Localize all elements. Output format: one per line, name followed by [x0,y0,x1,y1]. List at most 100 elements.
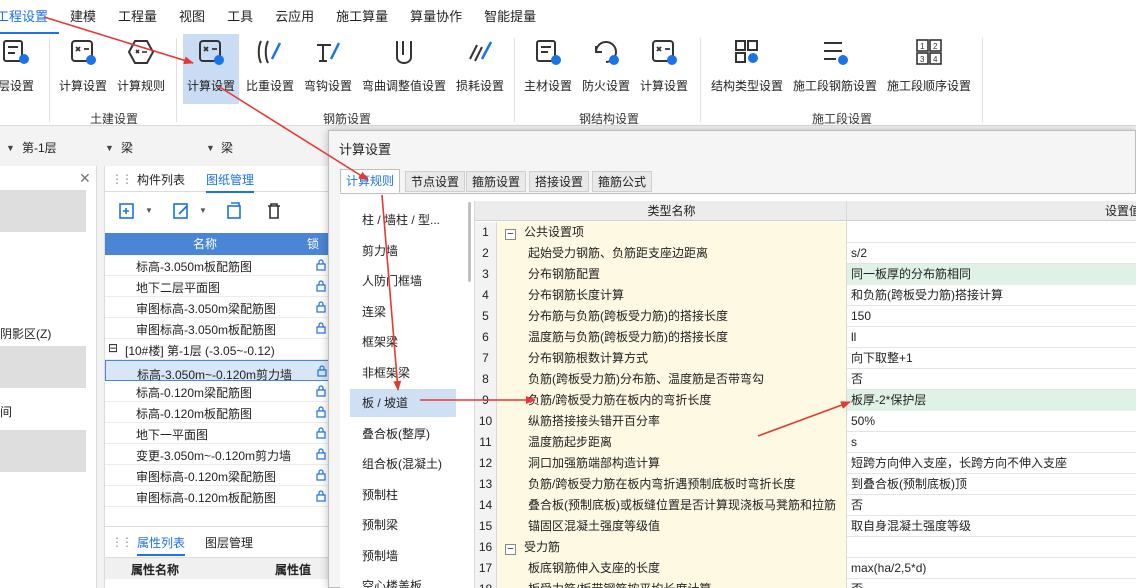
setting-value[interactable]: 同一板厚的分布筋相同 [847,264,1136,285]
grid-row[interactable]: 12 洞口加强筋端部构造计算 短跨方向伸入支座，长跨方向不伸入支座 [475,453,1136,474]
grid-row[interactable]: 7 分布钢筋根数计算方式 向下取整+1 [475,348,1136,369]
setting-value[interactable]: 否 [847,495,1136,516]
setting-value[interactable]: 50% [847,411,1136,432]
grid-row[interactable]: 10 纵筋搭接接头错开百分率 50% [475,411,1136,432]
lock-icon[interactable] [315,406,327,418]
menu-tools[interactable]: 工具 [216,0,264,34]
civil-calc-settings-button[interactable]: 计算设置 [57,34,109,104]
setting-value[interactable]: s [847,432,1136,453]
lock-icon[interactable] [315,259,327,271]
category-item[interactable]: 连梁 [350,298,456,326]
menu-collaboration[interactable]: 算量协作 [399,0,473,34]
drawing-row[interactable]: 审图标高-0.120m梁配筋图 [105,465,329,486]
drawing-row[interactable]: 标高-3.050m~-0.120m剪力墙 [105,360,329,382]
chevron-down-icon[interactable]: ▼ [199,206,207,215]
grid-section-row[interactable]: 16− 受力筋 [475,537,1136,558]
setting-value[interactable] [847,537,1136,558]
lock-icon[interactable] [315,280,327,292]
setting-value[interactable]: s/2 [847,243,1136,264]
drawing-row[interactable]: 审图标高-3.050m板配筋图 [105,318,329,339]
rebar-calc-settings-button[interactable]: 计算设置 [183,34,239,104]
loss-settings-button[interactable]: 损耗设置 [454,34,506,104]
grid-row[interactable]: 6 温度筋与负筋(跨板受力筋)的搭接长度 ll [475,327,1136,348]
menu-quantities[interactable]: 工程量 [107,0,168,34]
drawing-row[interactable]: 地下二层平面图 [105,276,329,297]
setting-value[interactable]: max(ha/2,5*d) [847,558,1136,579]
category-item[interactable]: 非框架梁 [350,359,456,387]
lock-icon[interactable] [315,448,327,460]
grid-row[interactable]: 9 负筋/跨板受力筋在板内的弯折长度 板厚-2*保护层 [475,390,1136,411]
menu-modeling[interactable]: 建模 [59,0,107,34]
floor-settings-button[interactable]: 层设置 [0,34,42,104]
category-item[interactable]: 预制梁 [350,511,456,539]
lock-icon[interactable] [315,490,327,502]
drawing-row[interactable]: 变更-3.050m~-0.120m剪力墙 [105,444,329,465]
category-item[interactable]: 框架梁 [350,328,456,356]
menu-view[interactable]: 视图 [168,0,216,34]
grid-row[interactable]: 13 负筋/跨板受力筋在板内弯折遇预制底板时弯折长度 到叠合板(预制底板)顶 [475,474,1136,495]
setting-value[interactable]: 和负筋(跨板受力筋)搭接计算 [847,285,1136,306]
grid-row[interactable]: 2 起始受力钢筋、负筋距支座边距离 s/2 [475,243,1136,264]
tab-property-list[interactable]: 属性列表 [137,534,186,556]
setting-value[interactable]: ll [847,327,1136,348]
category-item[interactable]: 叠合板(整厚) [350,420,456,448]
type-select-1[interactable]: 梁 [121,137,133,159]
drawing-row[interactable]: 审图标高-3.050m梁配筋图 [105,297,329,318]
collapse-icon[interactable]: − [505,229,516,240]
segment-order-button[interactable]: 1234 施工段顺序设置 [884,34,974,104]
steel-calc-settings-button[interactable]: 计算设置 [638,34,690,104]
category-scrollbar[interactable] [468,202,471,282]
setting-value[interactable]: 短跨方向伸入支座，长跨方向不伸入支座 [847,453,1136,474]
lock-icon[interactable] [315,385,327,397]
setting-value[interactable]: 板厚-2*保护层 [847,390,1136,411]
drag-handle-icon[interactable]: ⋮⋮ [111,535,133,549]
menu-cloud[interactable]: 云应用 [264,0,325,34]
menu-smart-extract[interactable]: 智能提量 [473,0,547,34]
chevron-down-icon[interactable]: ▼ [105,137,114,159]
hook-settings-button[interactable]: 弯钩设置 [302,34,354,104]
category-item[interactable]: 预制墙 [350,542,456,570]
tab-drawing-management[interactable]: 图纸管理 [206,171,255,193]
category-item[interactable]: 柱 / 墙柱 / 型... [350,206,456,234]
tab-component-list[interactable]: 构件列表 [137,171,185,188]
menu-project-settings[interactable]: 工程设置 [0,0,60,34]
category-item[interactable]: 组合板(混凝土) [350,450,456,478]
grid-row[interactable]: 5 分布筋与负筋(跨板受力筋)的搭接长度 150 [475,306,1136,327]
tab-calc-rules[interactable]: 计算规则 [340,169,401,193]
tab-layer-management[interactable]: 图层管理 [205,534,253,551]
drawing-row[interactable]: 地下一平面图 [105,423,329,444]
bend-adjust-button[interactable]: 弯曲调整值设置 [360,34,448,104]
grid-row[interactable]: 4 分布钢筋长度计算 和负筋(跨板受力筋)搭接计算 [475,285,1136,306]
structure-type-button[interactable]: 结构类型设置 [708,34,786,104]
calc-rules-button[interactable]: 计算规则 [115,34,167,104]
left-panel-item[interactable]: 阴影区(Z) [0,325,51,342]
collapse-icon[interactable]: − [505,544,516,555]
category-item[interactable]: 剪力墙 [350,237,456,265]
grid-row[interactable]: 11 温度筋起步距离 s [475,432,1136,453]
grid-row[interactable]: 17 板底钢筋伸入支座的长度 max(ha/2,5*d) [475,558,1136,579]
chevron-down-icon[interactable]: ▼ [6,137,15,159]
drag-handle-icon[interactable]: ⋮⋮ [111,172,133,186]
lock-icon[interactable] [315,301,327,313]
grid-row[interactable]: 18 板受力筋/板带钢筋按平均长度计算 否 [475,579,1136,588]
grid-row[interactable]: 3 分布钢筋配置 同一板厚的分布筋相同 [475,264,1136,285]
drawing-row[interactable]: 审图标高-0.120m板配筋图 [105,486,329,507]
grid-row[interactable]: 14 叠合板(预制底板)或板缝位置是否计算现浇板马凳筋和拉筋否 [475,495,1136,516]
chevron-down-icon[interactable]: ▼ [145,206,153,215]
tab-node-settings[interactable]: 节点设置 [405,171,466,192]
floor-select[interactable]: 第-1层 [22,137,57,159]
tab-lap-settings[interactable]: 搭接设置 [529,171,590,192]
lock-icon[interactable] [316,365,328,377]
grid-section-row[interactable]: 1− 公共设置项 [475,222,1136,243]
grid-row[interactable]: 8 负筋(跨板受力筋)分布筋、温度筋是否带弯勾 否 [475,369,1136,390]
add-drawing-icon[interactable] [117,200,139,222]
segment-rebar-button[interactable]: 施工段钢筋设置 [790,34,880,104]
tab-stirrup-formula[interactable]: 箍筋公式 [592,171,653,192]
fireproof-button[interactable]: 防火设置 [580,34,632,104]
tab-stirrup-settings[interactable]: 箍筋设置 [466,171,527,192]
menu-construction-qty[interactable]: 施工算量 [325,0,399,34]
grid-row[interactable]: 15 锚固区混凝土强度等级值 取自身混凝土强度等级 [475,516,1136,537]
category-item[interactable]: 人防门框墙 [350,267,456,295]
setting-value[interactable]: 取自身混凝土强度等级 [847,516,1136,537]
close-icon[interactable]: ✕ [79,170,91,187]
